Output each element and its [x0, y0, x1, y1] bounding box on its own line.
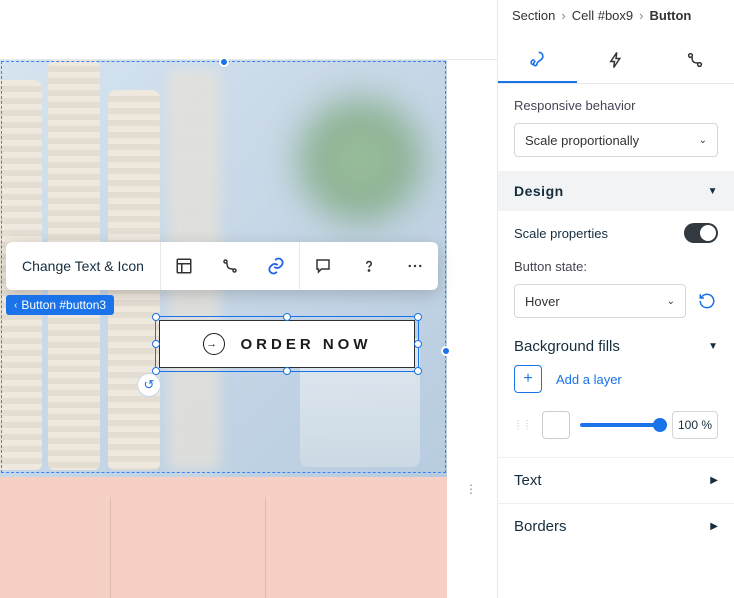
- panel-tabs: [498, 37, 734, 84]
- color-swatch[interactable]: [542, 411, 570, 439]
- order-now-button[interactable]: → ORDER NOW: [159, 320, 415, 368]
- element-badge[interactable]: ‹ Button #button3: [6, 295, 114, 315]
- chevron-right-icon: ›: [561, 8, 565, 23]
- tab-interactions[interactable]: [577, 37, 656, 83]
- paint-brush-icon: [527, 49, 547, 69]
- design-section-header[interactable]: Design ▼: [498, 171, 734, 211]
- text-section-header[interactable]: Text ▶: [498, 457, 734, 503]
- scale-properties-toggle[interactable]: [684, 223, 718, 243]
- chevron-right-icon: ›: [639, 8, 643, 23]
- drag-handle-icon[interactable]: ⋮⋮⋮⋮: [514, 422, 532, 428]
- add-layer-button[interactable]: + Add a layer: [498, 365, 734, 407]
- button-state-label: Button state:: [514, 259, 718, 274]
- opacity-slider[interactable]: [580, 423, 662, 427]
- canvas-pink-section: [0, 477, 447, 598]
- layout-icon[interactable]: [161, 242, 207, 290]
- responsive-behavior-dropdown[interactable]: Scale proportionally ⌄: [514, 123, 718, 157]
- connector-icon: [686, 51, 704, 69]
- comment-icon[interactable]: [300, 242, 346, 290]
- animation-icon[interactable]: [207, 242, 253, 290]
- button-state-dropdown[interactable]: Hover ⌄: [514, 284, 686, 318]
- triangle-right-icon: ▶: [710, 521, 718, 532]
- middle-drag-handle-icon[interactable]: ⋮: [465, 487, 478, 492]
- help-icon[interactable]: [346, 242, 392, 290]
- chevron-down-icon: ⌄: [667, 296, 675, 307]
- breadcrumb-item[interactable]: Section: [512, 8, 555, 23]
- plus-icon: +: [514, 365, 542, 393]
- chevron-down-icon: ⌄: [699, 135, 707, 146]
- breadcrumb: Section › Cell #box9 › Button: [498, 0, 734, 37]
- lightning-icon: [607, 51, 625, 69]
- reset-state-icon[interactable]: [696, 292, 718, 310]
- element-badge-label: Button #button3: [21, 298, 106, 312]
- floating-toolbar: Change Text & Icon: [6, 242, 438, 290]
- link-icon[interactable]: [253, 242, 299, 290]
- inspector-panel: Section › Cell #box9 › Button Responsive…: [497, 0, 734, 598]
- change-text-icon-button[interactable]: Change Text & Icon: [6, 242, 160, 290]
- responsive-behavior-label: Responsive behavior: [514, 98, 718, 113]
- triangle-down-icon: ▼: [708, 341, 718, 352]
- triangle-right-icon: ▶: [710, 475, 718, 486]
- borders-section-header[interactable]: Borders ▶: [498, 503, 734, 549]
- canvas-top-strip: [0, 0, 497, 60]
- chevron-left-icon: ‹: [14, 300, 17, 311]
- breadcrumb-item-active: Button: [650, 8, 692, 23]
- editor-canvas[interactable]: Change Text & Icon: [0, 0, 497, 598]
- scale-properties-label: Scale properties: [514, 226, 608, 241]
- more-icon[interactable]: [392, 242, 438, 290]
- tab-design[interactable]: [498, 37, 577, 83]
- breadcrumb-item[interactable]: Cell #box9: [572, 8, 633, 23]
- triangle-down-icon: ▼: [708, 186, 718, 197]
- order-now-label: ORDER NOW: [241, 336, 372, 353]
- background-fills-header[interactable]: Background fills ▼: [498, 334, 734, 365]
- tab-settings[interactable]: [655, 37, 734, 83]
- reset-icon[interactable]: ↺: [137, 373, 161, 397]
- arrow-right-circle-icon: →: [203, 333, 225, 355]
- opacity-value[interactable]: 100 %: [672, 411, 718, 439]
